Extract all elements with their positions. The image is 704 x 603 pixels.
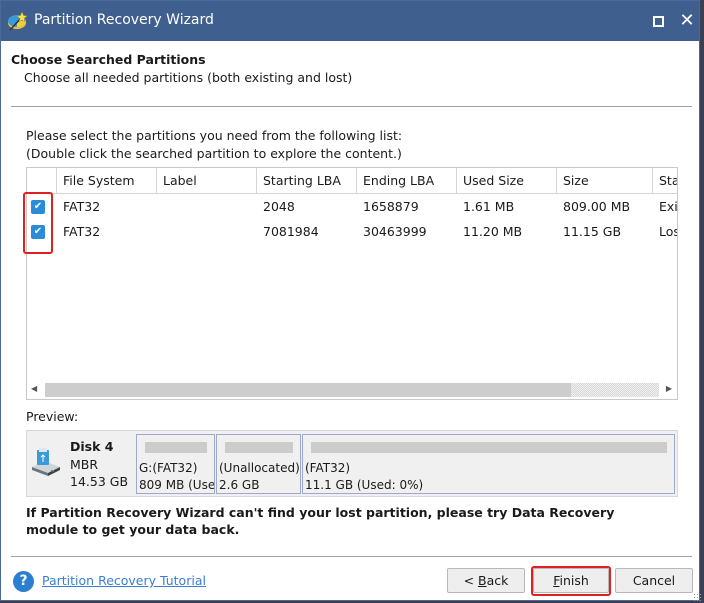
back-accelerator: B <box>478 573 487 588</box>
partition-usage-bar <box>145 442 207 453</box>
cancel-button[interactable]: Cancel <box>615 568 693 593</box>
cell-file-system: FAT32 <box>63 224 101 239</box>
column-header-size[interactable]: Size <box>557 168 653 194</box>
preview-label: Preview: <box>26 409 79 424</box>
partition-label: G:(FAT32) <box>139 461 198 475</box>
horizontal-scrollbar[interactable]: ◀ ▶ <box>27 382 677 399</box>
scroll-right-icon[interactable]: ▶ <box>666 384 672 393</box>
column-header-ending-lba[interactable]: Ending LBA <box>357 168 457 194</box>
disk-name: Disk 4 <box>70 439 114 454</box>
column-header-status[interactable]: Sta <box>653 168 677 194</box>
footer-divider <box>11 556 692 557</box>
instruction-line-2: (Double click the searched partition to … <box>26 146 402 161</box>
help-icon[interactable]: ? <box>13 571 34 592</box>
cell-label <box>157 194 257 219</box>
column-header-check[interactable] <box>27 168 57 194</box>
maximize-button[interactable] <box>646 11 670 31</box>
table-header: File System Label Starting LBA Ending LB… <box>27 168 677 194</box>
column-header-file-system[interactable]: File System <box>57 168 157 194</box>
preview-partition-g[interactable]: G:(FAT32) 809 MB (Used: 0%) <box>136 434 215 494</box>
cell-label <box>157 219 257 244</box>
preview-partition-fat32[interactable]: (FAT32) 11.1 GB (Used: 0%) <box>302 434 675 494</box>
finish-highlight-annotation <box>531 566 611 596</box>
instruction-line-1: Please select the partitions you need fr… <box>26 128 403 143</box>
cell-size: 11.15 GB <box>563 224 622 239</box>
column-header-used-size[interactable]: Used Size <box>457 168 557 194</box>
disk-preview-panel: Disk 4 MBR 14.53 GB G:(FAT32) 809 MB (Us… <box>26 430 678 497</box>
usb-drive-icon <box>32 448 60 476</box>
disk-partition-style: MBR <box>70 457 99 472</box>
cell-status: Exi <box>659 199 678 214</box>
page-subtitle: Choose all needed partitions (both exist… <box>24 70 353 85</box>
preview-partition-unallocated[interactable]: (Unallocated) 2.6 GB <box>216 434 301 494</box>
data-recovery-note: If Partition Recovery Wizard can't find … <box>26 505 615 537</box>
cell-starting-lba: 7081984 <box>263 224 319 239</box>
cell-used-size: 1.61 MB <box>463 199 515 214</box>
resize-grip[interactable] <box>693 593 701 601</box>
cell-status: Los <box>659 224 678 239</box>
partition-size: 2.6 GB <box>219 478 260 492</box>
partition-label: (Unallocated) <box>219 461 300 475</box>
back-button[interactable]: < Back <box>447 568 525 593</box>
checkbox-highlight-annotation <box>23 192 53 254</box>
partition-label: (FAT32) <box>305 461 351 475</box>
cell-ending-lba: 30463999 <box>363 224 427 239</box>
cell-ending-lba: 1658879 <box>363 199 419 214</box>
partition-table: File System Label Starting LBA Ending LB… <box>26 167 678 400</box>
title-bar: Partition Recovery Wizard ✕ <box>1 1 699 41</box>
partition-size: 809 MB (Used: 0%) <box>139 478 215 492</box>
scroll-left-icon[interactable]: ◀ <box>31 384 37 393</box>
cell-used-size: 11.20 MB <box>463 224 523 239</box>
partition-recovery-tutorial-link[interactable]: Partition Recovery Tutorial <box>42 573 206 588</box>
wizard-disk-icon <box>8 11 28 31</box>
close-icon: ✕ <box>679 10 695 31</box>
scrollbar-thumb[interactable] <box>45 383 571 397</box>
column-header-label[interactable]: Label <box>157 168 257 194</box>
disk-capacity: 14.53 GB <box>70 474 129 489</box>
partition-usage-bar <box>225 442 293 453</box>
window-title: Partition Recovery Wizard <box>34 12 214 28</box>
cell-size: 809.00 MB <box>563 199 631 214</box>
back-label: ack <box>486 573 509 588</box>
partition-recovery-wizard-dialog: Partition Recovery Wizard ✕ Choose Searc… <box>0 0 701 601</box>
maximize-icon <box>653 16 664 27</box>
page-title: Choose Searched Partitions <box>11 52 206 67</box>
close-button[interactable]: ✕ <box>675 9 699 33</box>
back-prefix: < <box>463 573 479 588</box>
table-row[interactable]: ✔ FAT32 7081984 30463999 11.20 MB 11.15 … <box>27 219 677 244</box>
partition-usage-bar <box>311 442 667 453</box>
partition-size: 11.1 GB (Used: 0%) <box>305 478 424 492</box>
column-header-starting-lba[interactable]: Starting LBA <box>257 168 357 194</box>
header-divider <box>11 106 692 107</box>
cell-starting-lba: 2048 <box>263 199 295 214</box>
table-row[interactable]: ✔ FAT32 2048 1658879 1.61 MB 809.00 MB E… <box>27 194 677 219</box>
cell-file-system: FAT32 <box>63 199 101 214</box>
